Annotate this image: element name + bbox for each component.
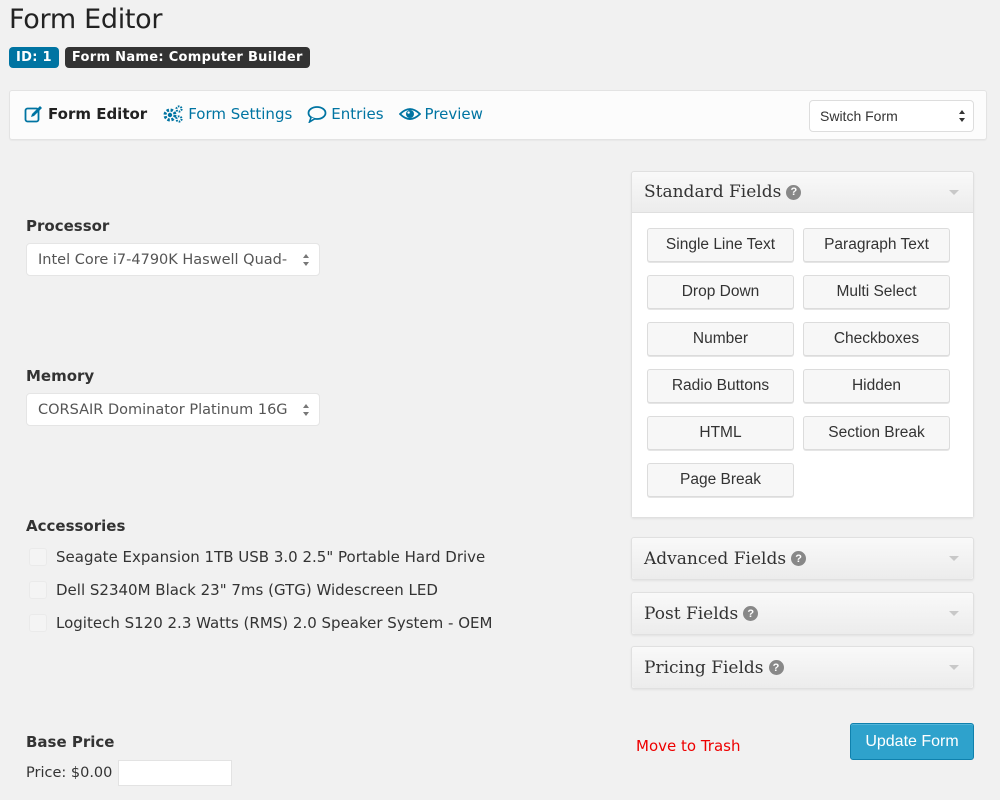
post-fields-panel: Post Fields ? — [631, 592, 974, 635]
page-title: Form Editor — [9, 4, 163, 35]
eye-icon — [398, 106, 421, 122]
base-price-label: Base Price — [26, 733, 115, 751]
caret-down-icon — [949, 611, 959, 616]
accessory-option[interactable]: Dell S2340M Black 23" 7ms (GTG) Widescre… — [29, 581, 438, 599]
base-price-row: Price: $0.00 — [26, 760, 233, 786]
accessory-option[interactable]: Logitech S120 2.3 Watts (RMS) 2.0 Speake… — [29, 614, 492, 632]
help-icon[interactable]: ? — [768, 660, 784, 675]
field-button-paragraph-text[interactable]: Paragraph Text — [803, 228, 950, 262]
accessory-checkbox[interactable] — [29, 614, 47, 632]
field-button-multi-select[interactable]: Multi Select — [803, 275, 950, 309]
post-fields-title: Post Fields — [644, 603, 739, 624]
form-toolbar: Form Editor Form Settings Entries Previe… — [9, 90, 987, 140]
nav-entries[interactable]: Entries — [307, 105, 384, 123]
move-to-trash-link[interactable]: Move to Trash — [636, 737, 740, 755]
advanced-fields-panel: Advanced Fields ? — [631, 537, 974, 580]
field-button-hidden[interactable]: Hidden — [803, 369, 950, 403]
form-name-badge: Form Name: Computer Builder — [64, 47, 310, 68]
advanced-fields-title: Advanced Fields — [644, 548, 787, 569]
field-button-html[interactable]: HTML — [647, 416, 794, 450]
accessory-checkbox[interactable] — [29, 581, 47, 599]
select-arrows-icon — [959, 110, 966, 122]
accessory-option-label: Seagate Expansion 1TB USB 3.0 2.5" Porta… — [56, 548, 486, 566]
comment-icon — [307, 105, 327, 123]
field-button-radio-buttons[interactable]: Radio Buttons — [647, 369, 794, 403]
field-button-drop-down[interactable]: Drop Down — [647, 275, 794, 309]
accessory-option[interactable]: Seagate Expansion 1TB USB 3.0 2.5" Porta… — [29, 548, 485, 566]
toolbar-nav: Form Editor Form Settings Entries Previe… — [24, 105, 483, 123]
standard-fields-panel: Standard Fields ? Single Line Text Parag… — [631, 171, 974, 518]
processor-value: Intel Core i7-4790K Haswell Quad- — [38, 252, 288, 268]
gears-icon — [162, 105, 184, 123]
form-id-badge: ID: 1 — [9, 47, 59, 68]
field-button-page-break[interactable]: Page Break — [647, 463, 794, 497]
nav-preview[interactable]: Preview — [398, 105, 483, 123]
memory-label: Memory — [26, 367, 95, 385]
caret-down-icon — [949, 189, 959, 195]
field-button-single-line-text[interactable]: Single Line Text — [647, 228, 794, 262]
select-arrows-icon — [303, 404, 310, 416]
select-arrows-icon — [303, 254, 310, 266]
processor-select[interactable]: Intel Core i7-4790K Haswell Quad- — [26, 243, 320, 276]
accessories-label: Accessories — [26, 517, 126, 535]
update-form-button[interactable]: Update Form — [850, 723, 974, 760]
field-button-checkboxes[interactable]: Checkboxes — [803, 322, 950, 356]
pricing-fields-header[interactable]: Pricing Fields ? — [632, 647, 973, 688]
caret-down-icon — [949, 556, 959, 561]
nav-form-editor-label: Form Editor — [48, 105, 148, 123]
pricing-fields-panel: Pricing Fields ? — [631, 646, 974, 689]
accessory-option-label: Dell S2340M Black 23" 7ms (GTG) Widescre… — [56, 581, 438, 599]
help-icon[interactable]: ? — [786, 184, 802, 200]
caret-down-icon — [949, 665, 959, 670]
switch-form-value: Switch Form — [820, 108, 898, 124]
field-button-section-break[interactable]: Section Break — [803, 416, 950, 450]
nav-entries-label: Entries — [331, 105, 384, 123]
nav-preview-label: Preview — [424, 105, 483, 123]
pricing-fields-title: Pricing Fields — [644, 657, 764, 678]
nav-form-settings-label: Form Settings — [188, 105, 293, 123]
nav-form-editor[interactable]: Form Editor — [24, 105, 147, 123]
help-icon[interactable]: ? — [791, 551, 807, 566]
nav-form-settings[interactable]: Form Settings — [162, 105, 292, 123]
form-badges: ID: 1 Form Name: Computer Builder — [9, 47, 310, 68]
standard-fields-header[interactable]: Standard Fields ? — [632, 172, 973, 213]
price-text: Price: $0.00 — [26, 765, 113, 781]
field-button-number[interactable]: Number — [647, 322, 794, 356]
edit-icon — [24, 105, 44, 123]
switch-form-select[interactable]: Switch Form — [809, 100, 974, 132]
help-icon[interactable]: ? — [743, 606, 759, 621]
processor-label: Processor — [26, 217, 110, 235]
post-fields-header[interactable]: Post Fields ? — [632, 593, 973, 634]
standard-fields-title: Standard Fields — [644, 182, 782, 202]
accessory-option-label: Logitech S120 2.3 Watts (RMS) 2.0 Speake… — [56, 614, 493, 632]
quantity-input[interactable] — [118, 760, 233, 786]
memory-select[interactable]: CORSAIR Dominator Platinum 16G — [26, 393, 320, 426]
advanced-fields-header[interactable]: Advanced Fields ? — [632, 538, 973, 579]
standard-fields-buttons: Single Line Text Paragraph Text Drop Dow… — [632, 213, 973, 517]
memory-value: CORSAIR Dominator Platinum 16G — [38, 402, 288, 418]
accessory-checkbox[interactable] — [29, 548, 47, 566]
